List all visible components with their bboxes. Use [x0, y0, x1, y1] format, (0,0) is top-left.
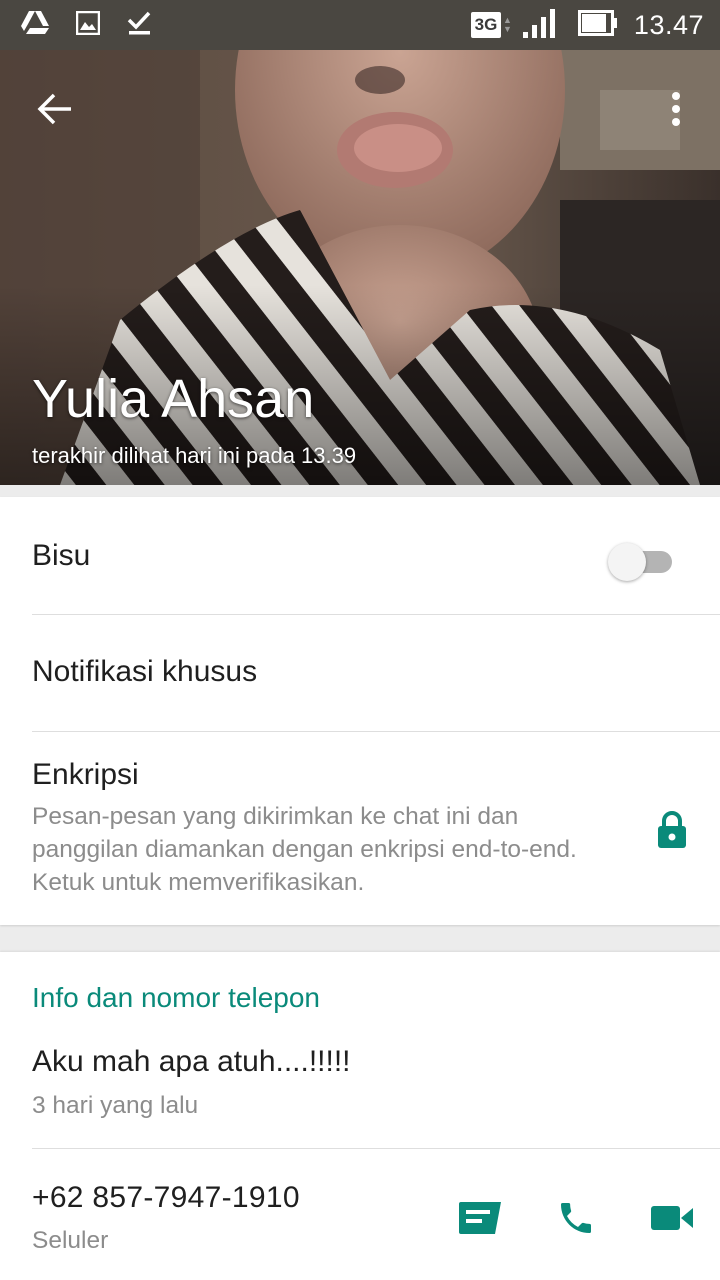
about-text: Aku mah apa atuh....!!!!!	[32, 1045, 351, 1078]
voice-call-icon	[561, 1203, 591, 1233]
divider	[32, 1148, 720, 1149]
status-clock: 13.47	[633, 9, 704, 40]
encryption-description: Pesan-pesan yang dikirimkan ke chat ini …	[32, 803, 577, 896]
more-options-button[interactable]	[656, 84, 696, 134]
mute-toggle[interactable]	[608, 541, 674, 581]
contact-info-screen: 3G ▲ ▼ 13.47 Yulia Ahsan terakhir diliha…	[0, 0, 720, 1280]
signal-icon	[522, 8, 556, 43]
drive-icon	[20, 10, 50, 41]
video-call-button[interactable]	[644, 1190, 700, 1246]
mute-row[interactable]: Bisu	[0, 497, 720, 614]
data-activity-icon: ▲ ▼	[503, 15, 512, 34]
status-bar: 3G ▲ ▼ 13.47	[0, 0, 720, 50]
info-section-title: Info dan nomor telepon	[32, 982, 320, 1013]
image-icon	[75, 10, 101, 40]
network-type-badge: 3G	[471, 12, 501, 38]
voice-call-button[interactable]	[548, 1190, 604, 1246]
battery-icon	[577, 9, 618, 41]
back-button[interactable]	[30, 84, 80, 134]
encryption-label: Enkripsi	[32, 758, 139, 791]
message-button[interactable]	[452, 1190, 508, 1246]
mute-label: Bisu	[32, 539, 91, 572]
contact-name: Yulia Ahsan	[32, 369, 315, 429]
more-vert-icon	[672, 92, 680, 126]
video-call-icon	[651, 1206, 693, 1230]
about-date: 3 hari yang lalu	[32, 1092, 199, 1119]
info-phone-card: Info dan nomor telepon Aku mah apa atuh.…	[0, 952, 720, 1280]
message-icon	[459, 1202, 501, 1234]
download-done-icon	[126, 10, 152, 41]
back-arrow-icon	[37, 93, 71, 125]
chat-settings-card: Bisu Notifikasi khusus Enkripsi Pesan-pe…	[0, 497, 720, 925]
last-seen-status: terakhir dilihat hari ini pada 13.39	[32, 443, 357, 468]
phone-number[interactable]: +62 857-7947-1910	[32, 1181, 300, 1215]
profile-photo-header[interactable]: Yulia Ahsan terakhir dilihat hari ini pa…	[0, 50, 720, 485]
phone-type: Seluler	[32, 1227, 109, 1254]
custom-notifications-row[interactable]: Notifikasi khusus	[0, 615, 720, 731]
custom-notifications-label: Notifikasi khusus	[32, 655, 258, 688]
lock-icon	[658, 811, 686, 848]
toggle-knob	[608, 543, 646, 581]
